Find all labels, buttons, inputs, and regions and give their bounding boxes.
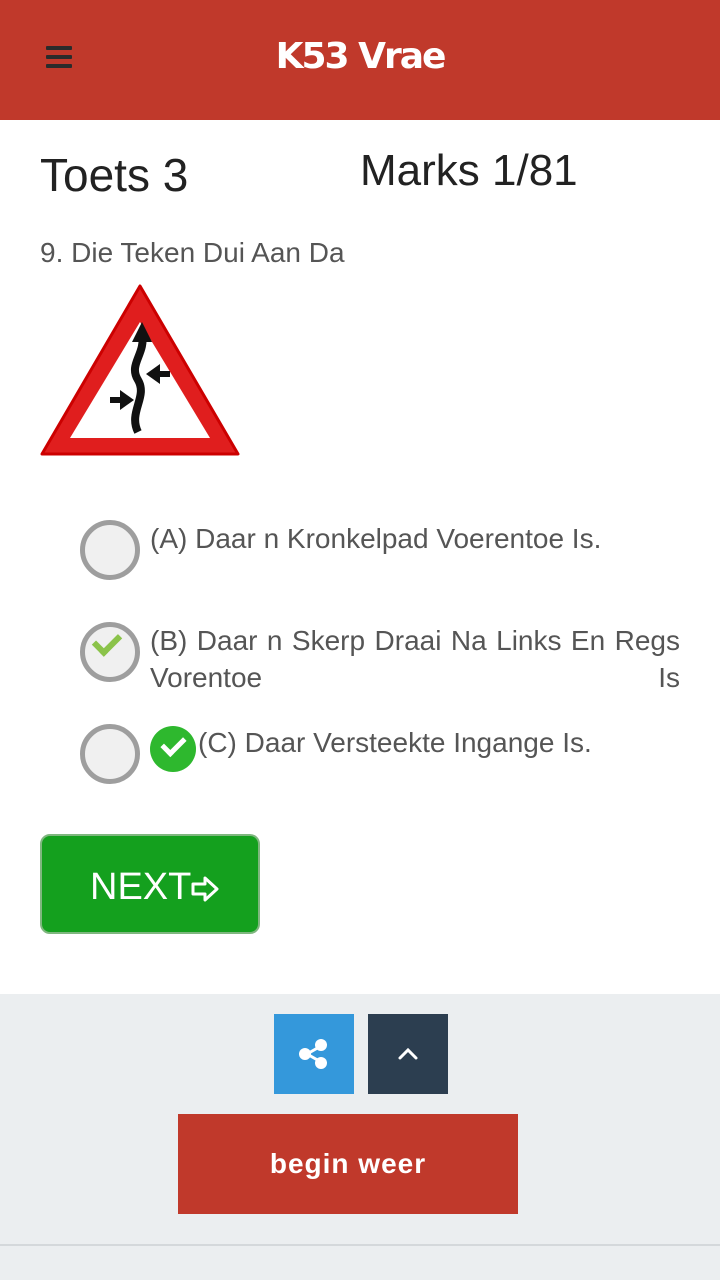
app-header: K53 Vrae [0, 0, 720, 120]
arrow-right-icon [191, 876, 219, 902]
chevron-up-icon [398, 1047, 418, 1060]
share-icon [299, 1039, 327, 1069]
correct-check-icon [150, 726, 196, 772]
quiz-title: Toets 3 [40, 149, 189, 201]
option-c-radio[interactable] [80, 724, 140, 784]
next-button[interactable]: NEXT [40, 834, 260, 934]
option-b-label: (B) Daar n Skerp Draai Na Links En Regs … [150, 625, 680, 693]
option-a[interactable]: (A) Daar n Kronkelpad Voerentoe Is. [80, 520, 680, 582]
option-c-label: (C) Daar Versteekte Ingange Is. [198, 727, 592, 758]
begin-again-button[interactable]: begin weer [178, 1114, 518, 1214]
next-button-label: NEXT [90, 866, 192, 908]
option-b[interactable]: (B) Daar n Skerp Draai Na Links En Regs … [80, 622, 680, 696]
option-b-radio-selected[interactable] [80, 622, 140, 682]
scroll-top-button[interactable] [368, 1014, 448, 1094]
marks-counter: Marks 1/81 [360, 146, 578, 195]
option-a-radio[interactable] [80, 520, 140, 580]
road-sign-image [40, 284, 240, 456]
share-button[interactable] [274, 1014, 354, 1094]
option-c[interactable]: (C) Daar Versteekte Ingange Is. [80, 724, 680, 786]
footer-divider [0, 1244, 720, 1246]
app-title: K53 Vrae [275, 36, 447, 77]
option-a-label: (A) Daar n Kronkelpad Voerentoe Is. [150, 523, 602, 554]
question-text: 9. Die Teken Dui Aan Da [40, 237, 345, 268]
